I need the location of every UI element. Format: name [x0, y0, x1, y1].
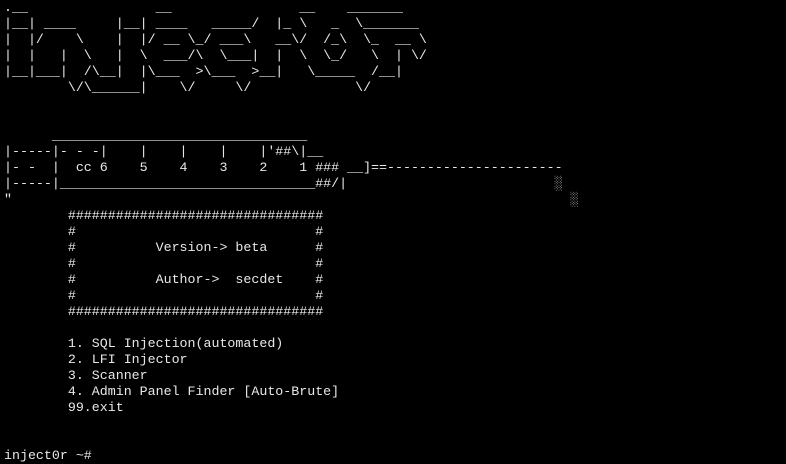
terminal-window[interactable]: .__ __ __ _______ |__| ____ |__| ____ __…: [4, 0, 786, 464]
terminal-line: | |/ \ | |/ __ \_/ ___\ __\/ /_\ \_ __ \: [4, 32, 427, 47]
menu-options: 1. SQL Injection(automated) 2. LFI Injec…: [4, 336, 786, 416]
menu-option-scanner: 3. Scanner: [4, 368, 148, 383]
menu-option-lfi-injector: 2. LFI Injector: [4, 352, 188, 367]
menu-option-sql-injection: 1. SQL Injection(automated): [4, 336, 284, 351]
terminal-line: \/\______| \/ \/ \/: [4, 80, 372, 95]
terminal-line: # #: [4, 256, 324, 271]
terminal-line: .__ __ __ _______: [4, 0, 403, 15]
terminal-line: # #: [4, 288, 324, 303]
terminal-line: |__| ____ |__| ____ _____/ |_ \ _ \_____…: [4, 16, 419, 31]
terminal-line: " ░: [4, 192, 579, 207]
text-cursor[interactable]: [100, 448, 108, 462]
ascii-syringe: ________________________________ |-----|…: [4, 128, 786, 208]
version-line: # Version-> beta #: [4, 240, 324, 255]
shell-prompt: inject0r ~#: [4, 448, 100, 463]
author-line: # Author-> secdet #: [4, 272, 324, 287]
terminal-line: ________________________________: [4, 128, 308, 143]
menu-option-admin-panel-finder: 4. Admin Panel Finder [Auto-Brute]: [4, 384, 340, 399]
menu-option-exit: 99.exit: [4, 400, 124, 415]
terminal-line: | | | \ | \ ___/\ \___| | \ \_/ \ | \/: [4, 48, 427, 63]
terminal-line: |__|___| /\__| |\___ >\___ >__| \_____ /…: [4, 64, 403, 79]
ascii-logo: .__ __ __ _______ |__| ____ |__| ____ __…: [4, 0, 786, 96]
terminal-line: |- - | cc 6 5 4 3 2 1 ### __]==---------…: [4, 160, 563, 175]
command-prompt-line[interactable]: inject0r ~#: [4, 448, 786, 464]
terminal-line: ################################: [4, 208, 324, 223]
terminal-line: |-----|- - -| | | | |'##\|__: [4, 144, 324, 159]
terminal-line: # #: [4, 224, 324, 239]
terminal-line: ################################: [4, 304, 324, 319]
terminal-line: |-----|________________________________#…: [4, 176, 563, 191]
info-box: ################################ # # # V…: [4, 208, 786, 320]
